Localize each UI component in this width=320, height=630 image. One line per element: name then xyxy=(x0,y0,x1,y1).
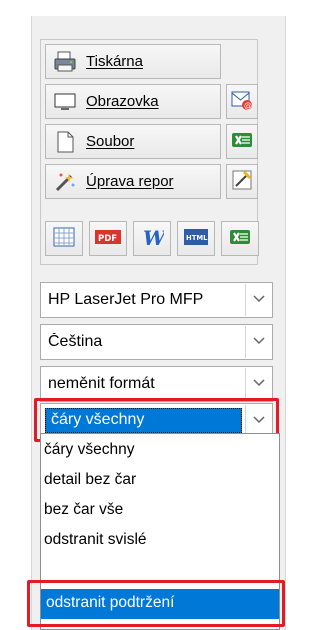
svg-text:@: @ xyxy=(244,101,252,110)
svg-text:W: W xyxy=(143,226,164,249)
print-button[interactable]: Tiskárna xyxy=(45,44,221,79)
dropdown-item[interactable]: bez čar vše xyxy=(41,496,279,526)
printer-icon xyxy=(52,49,78,75)
format-select-value: neměnit formát xyxy=(48,375,155,392)
pdf-icon: PDF xyxy=(94,228,122,249)
edit-report-button[interactable]: Úprava repor xyxy=(45,164,221,199)
html-export-button[interactable]: HTML xyxy=(177,221,215,256)
edit-report-icon-button[interactable] xyxy=(226,164,258,199)
edit-report-button-label: Úprava repor xyxy=(86,173,174,190)
printer-select[interactable]: HP LaserJet Pro MFP xyxy=(40,282,273,318)
dropdown-item[interactable]: čáry všechny xyxy=(41,436,279,466)
email-icon: @ xyxy=(230,88,254,115)
word-export-button[interactable]: W xyxy=(133,221,171,256)
screen-button[interactable]: Obrazovka xyxy=(45,84,221,119)
format-select[interactable]: neměnit formát xyxy=(40,366,273,402)
file-button[interactable]: Soubor xyxy=(45,124,221,159)
printer-select-value: HP LaserJet Pro MFP xyxy=(48,291,204,308)
svg-text:PDF: PDF xyxy=(98,234,117,244)
excel-button[interactable] xyxy=(226,124,258,159)
print-button-label: Tiskárna xyxy=(86,53,143,70)
dropdown-item[interactable]: odstranit svislé xyxy=(41,526,279,556)
chevron-down-icon[interactable] xyxy=(245,326,271,358)
svg-text:HTML: HTML xyxy=(186,234,208,242)
language-select-value: Čeština xyxy=(48,333,103,350)
screen-icon xyxy=(52,89,78,115)
language-select[interactable]: Čeština xyxy=(40,324,273,360)
calculator-export-button[interactable] xyxy=(45,221,83,256)
word-icon: W xyxy=(140,225,168,252)
chevron-down-icon[interactable] xyxy=(245,368,271,400)
chevron-down-icon[interactable] xyxy=(245,284,271,316)
email-button[interactable]: @ xyxy=(226,84,258,119)
file-icon xyxy=(52,129,78,155)
calc-icon xyxy=(52,225,76,252)
excel-icon xyxy=(230,128,254,155)
screen-button-label: Obrazovka xyxy=(86,93,159,110)
lines-select-selected-value: čáry všechny xyxy=(45,408,242,433)
dropdown-item[interactable]: detail bez čar xyxy=(41,466,279,496)
report-options-panel-screen: Tiskárna Obrazovka @ Soubor Úprava repor… xyxy=(0,0,304,630)
lines-select-value: čáry všechny xyxy=(51,411,145,428)
pdf-export-button[interactable]: PDF xyxy=(89,221,127,256)
excel-export-button[interactable] xyxy=(221,221,259,256)
excel-export-icon xyxy=(228,225,252,252)
wand-icon xyxy=(52,169,78,195)
file-button-label: Soubor xyxy=(86,133,135,150)
edit-report-icon xyxy=(230,168,254,195)
html-icon: HTML xyxy=(183,227,209,250)
bottom-area xyxy=(0,585,304,630)
